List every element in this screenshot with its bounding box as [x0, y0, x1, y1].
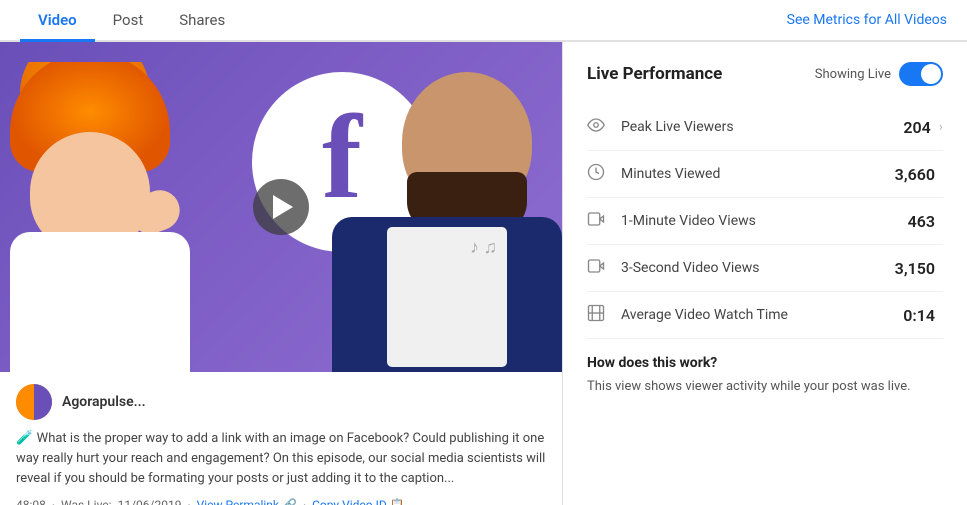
tab-shares[interactable]: Shares — [161, 0, 243, 42]
person-left — [0, 62, 240, 372]
metrics-list: Peak Live Viewers 204 › Minutes Viewed 3… — [587, 104, 943, 339]
metric-label-avg: Average Video Watch Time — [621, 307, 903, 323]
film-icon — [587, 304, 609, 326]
metric-value-peak: 204 — [903, 118, 930, 137]
right-panel: Live Performance Showing Live Peak Live … — [563, 42, 967, 505]
post-meta: 48:08 · Was Live: 11/06/2019 · View Perm… — [16, 498, 546, 505]
video-icon-3sec — [587, 257, 609, 279]
play-button[interactable] — [253, 179, 309, 235]
metric-value-1min: 463 — [908, 212, 935, 231]
metric-label-3sec: 3-Second Video Views — [621, 260, 895, 276]
video-duration: 48:08 — [16, 498, 46, 505]
post-emoji: 🧪 — [16, 430, 33, 446]
tabs-bar: Video Post Shares See Metrics for All Vi… — [0, 0, 967, 42]
toggle-knob — [921, 64, 941, 84]
tab-post[interactable]: Post — [95, 0, 162, 42]
metric-3sec-views: 3-Second Video Views 3,150 — [587, 245, 943, 292]
metric-label-1min: 1-Minute Video Views — [621, 213, 908, 229]
how-title: How does this work? — [587, 355, 943, 371]
person-right: ♪ ♫ — [332, 52, 562, 372]
showing-live: Showing Live — [815, 62, 943, 86]
post-author: Agorapulse... — [16, 384, 546, 420]
metric-peak-live-viewers: Peak Live Viewers 204 › — [587, 104, 943, 151]
how-text: This view shows viewer activity while yo… — [587, 377, 943, 397]
live-performance-title: Live Performance — [587, 64, 722, 84]
metric-minutes-viewed: Minutes Viewed 3,660 — [587, 151, 943, 198]
video-icon-1min — [587, 210, 609, 232]
how-section: How does this work? This view shows view… — [587, 355, 943, 397]
main-content: f ⛓ — [0, 42, 967, 505]
was-live-label: Was Live: — [61, 498, 112, 505]
metric-label-minutes: Minutes Viewed — [621, 166, 895, 182]
view-permalink-link[interactable]: View Permalink 🔗 — [197, 498, 297, 505]
clock-icon — [587, 163, 609, 185]
was-live-date: 11/06/2019 — [118, 498, 182, 505]
metric-value-minutes: 3,660 — [895, 165, 935, 184]
left-panel: f ⛓ — [0, 42, 563, 505]
copy-video-id-link[interactable]: Copy Video ID 📋 — [312, 498, 405, 505]
tab-video[interactable]: Video — [20, 0, 95, 42]
play-icon — [273, 195, 293, 219]
avatar — [16, 384, 52, 420]
showing-live-toggle[interactable] — [899, 62, 943, 86]
post-body: What is the proper way to add a link wit… — [16, 431, 545, 486]
metric-avg-watch-time: Average Video Watch Time 0:14 — [587, 292, 943, 339]
metric-label-peak: Peak Live Viewers — [621, 119, 903, 135]
post-info: Agorapulse... 🧪 What is the proper way t… — [0, 372, 562, 505]
eye-icon — [587, 116, 609, 138]
see-metrics-link[interactable]: See Metrics for All Videos — [787, 12, 947, 28]
live-performance-header: Live Performance Showing Live — [587, 62, 943, 86]
metric-value-avg: 0:14 — [903, 306, 935, 325]
author-name: Agorapulse... — [62, 394, 146, 410]
video-thumbnail[interactable]: f ⛓ — [0, 42, 562, 372]
post-text: 🧪 What is the proper way to add a link w… — [16, 428, 546, 488]
metric-1min-views: 1-Minute Video Views 463 — [587, 198, 943, 245]
video-background: f ⛓ — [0, 42, 562, 372]
showing-live-label: Showing Live — [815, 67, 891, 82]
metric-value-3sec: 3,150 — [895, 259, 935, 278]
chevron-right-icon: › — [939, 119, 943, 135]
